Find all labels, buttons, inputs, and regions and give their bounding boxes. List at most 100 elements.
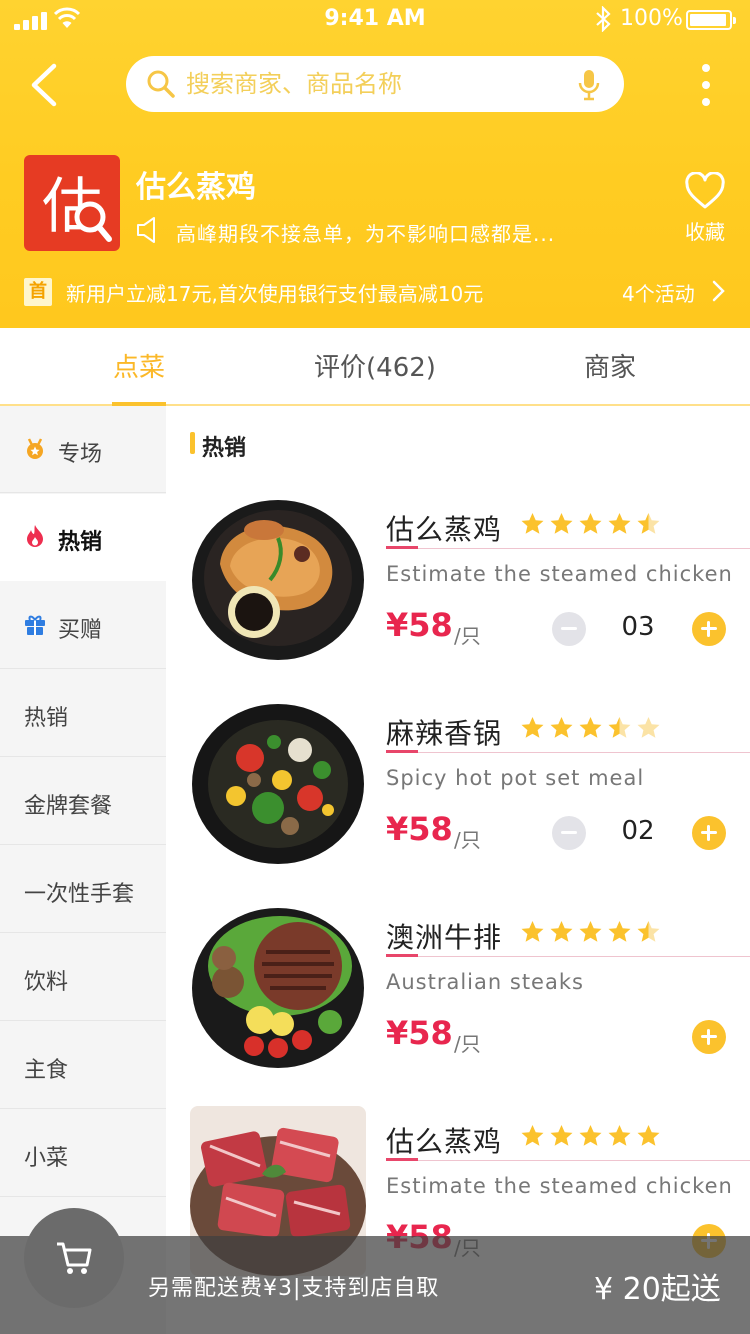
star-filled-icon	[579, 513, 602, 534]
price-unit: /只	[454, 828, 481, 852]
sidebar-item-label: 专场	[58, 442, 103, 467]
sidebar-item-label: 一次性手套	[24, 882, 135, 907]
increase-quantity-button[interactable]	[692, 612, 726, 646]
promo-badge: 首	[24, 278, 52, 306]
increase-quantity-button[interactable]	[692, 816, 726, 850]
chevron-right-icon[interactable]	[712, 280, 726, 302]
rating-stars	[520, 512, 661, 536]
star-filled-icon	[637, 1125, 660, 1146]
name-accent	[386, 750, 418, 753]
divider	[386, 1160, 750, 1161]
product-item[interactable]: 麻辣香锅 Spicy hot pot set meal ¥58 /只 02	[166, 698, 750, 902]
shopping-cart-icon	[57, 1242, 92, 1274]
category-sidebar: 专场 热销 买赠 热销 金牌套餐 一次性手套 饮料 主食 小菜	[0, 406, 166, 1334]
shop-logo: 估	[24, 155, 120, 251]
status-bar: 9:41 AM 100%	[0, 0, 750, 40]
sidebar-item-drinks[interactable]: 饮料	[0, 934, 166, 1021]
star-filled-icon	[550, 921, 573, 942]
sidebar-item-gift[interactable]: 买赠	[0, 582, 166, 669]
star-half-icon	[637, 921, 660, 942]
product-name: 估么蒸鸡	[386, 513, 503, 546]
product-description: Australian steaks	[386, 970, 584, 994]
favorite-label: 收藏	[685, 220, 725, 244]
name-accent	[386, 954, 418, 957]
search-bar[interactable]	[126, 56, 624, 112]
star-filled-icon	[579, 921, 602, 942]
product-description: Spicy hot pot set meal	[386, 766, 645, 790]
sidebar-item-label: 买赠	[58, 618, 103, 643]
sidebar-item-staple[interactable]: 主食	[0, 1022, 166, 1109]
sidebar-item-gold-set[interactable]: 金牌套餐	[0, 758, 166, 845]
sidebar-item-gloves[interactable]: 一次性手套	[0, 846, 166, 933]
announcement-icon	[137, 217, 155, 243]
quantity-value: 02	[621, 816, 655, 846]
rating-stars	[520, 920, 661, 944]
sidebar-item-hot[interactable]: 热销	[0, 670, 166, 757]
favorite-button[interactable]: 收藏	[680, 172, 730, 245]
promo-text: 新用户立减17元,首次使用银行支付最高减10元	[66, 282, 484, 306]
decrease-quantity-button[interactable]	[552, 612, 586, 646]
sidebar-item-hot-active[interactable]: 热销	[0, 494, 166, 581]
battery-icon	[686, 10, 736, 30]
section-title: 热销	[202, 436, 247, 461]
star-half-icon	[637, 513, 660, 534]
product-image-hot-pot	[192, 704, 364, 864]
activities-link[interactable]: 4个活动	[622, 278, 695, 307]
product-item[interactable]: 澳洲牛排 Australian steaks ¥58 /只	[166, 902, 750, 1106]
product-price: ¥58	[386, 1014, 453, 1052]
product-name: 估么蒸鸡	[386, 1125, 503, 1158]
name-accent	[386, 546, 418, 549]
heart-icon	[685, 172, 725, 209]
tab-menu[interactable]: 点菜	[80, 328, 198, 406]
medal-icon	[27, 438, 43, 459]
sidebar-item-special[interactable]: 专场	[0, 406, 166, 493]
name-accent	[386, 1158, 418, 1161]
more-options-button[interactable]	[694, 62, 718, 108]
star-half-icon	[608, 717, 631, 738]
sidebar-item-label: 热销	[58, 530, 103, 555]
star-filled-icon	[608, 921, 631, 942]
battery-percent: 100%	[620, 6, 683, 31]
product-description: Estimate the steamed chicken	[386, 1174, 733, 1198]
shop-name: 估么蒸鸡	[136, 170, 256, 205]
sidebar-item-side-dish[interactable]: 小菜	[0, 1110, 166, 1197]
sidebar-item-label: 金牌套餐	[24, 794, 113, 819]
product-name: 麻辣香锅	[386, 717, 503, 750]
search-icon	[147, 70, 175, 98]
star-filled-icon	[521, 1125, 544, 1146]
star-filled-icon	[608, 513, 631, 534]
sidebar-item-label: 饮料	[24, 970, 69, 995]
sidebar-item-label: 主食	[24, 1058, 69, 1083]
minimum-order: ¥ 20起送	[594, 1272, 721, 1307]
back-button[interactable]	[26, 62, 66, 108]
search-input[interactable]	[186, 64, 566, 104]
tab-merchant[interactable]: 商家	[560, 328, 660, 406]
delivery-info: 另需配送费¥3|支持到店自取	[148, 1276, 440, 1301]
bluetooth-icon	[596, 6, 611, 32]
star-filled-icon	[550, 1125, 573, 1146]
shop-notice[interactable]: 高峰期段不接急单，为不影响口感都是...	[176, 218, 555, 247]
decrease-quantity-button[interactable]	[552, 816, 586, 850]
cart-button[interactable]	[24, 1208, 124, 1308]
star-filled-icon	[608, 1125, 631, 1146]
rating-stars	[520, 716, 661, 740]
microphone-icon[interactable]	[578, 69, 600, 101]
gift-icon	[25, 615, 45, 635]
increase-quantity-button[interactable]	[692, 1020, 726, 1054]
star-filled-icon	[521, 921, 544, 942]
tab-reviews[interactable]: 评价(462)	[290, 328, 460, 406]
sidebar-item-label: 小菜	[24, 1146, 69, 1171]
star-empty-icon	[637, 717, 660, 738]
star-filled-icon	[550, 513, 573, 534]
product-item[interactable]: 估么蒸鸡 Estimate the steamed chicken ¥58 /只…	[166, 494, 750, 698]
star-filled-icon	[579, 717, 602, 738]
shop-header: 9:41 AM 100% 估 估么蒸鸡 高峰期段不接急单，为不影响口感都	[0, 0, 750, 328]
product-image-steamed-chicken	[192, 500, 364, 660]
fire-icon	[27, 525, 43, 547]
star-filled-icon	[579, 1125, 602, 1146]
price-unit: /只	[454, 1032, 481, 1056]
star-filled-icon	[550, 717, 573, 738]
divider	[386, 548, 750, 549]
tab-bar: 点菜 评价(462) 商家	[0, 328, 750, 406]
divider	[386, 752, 750, 753]
